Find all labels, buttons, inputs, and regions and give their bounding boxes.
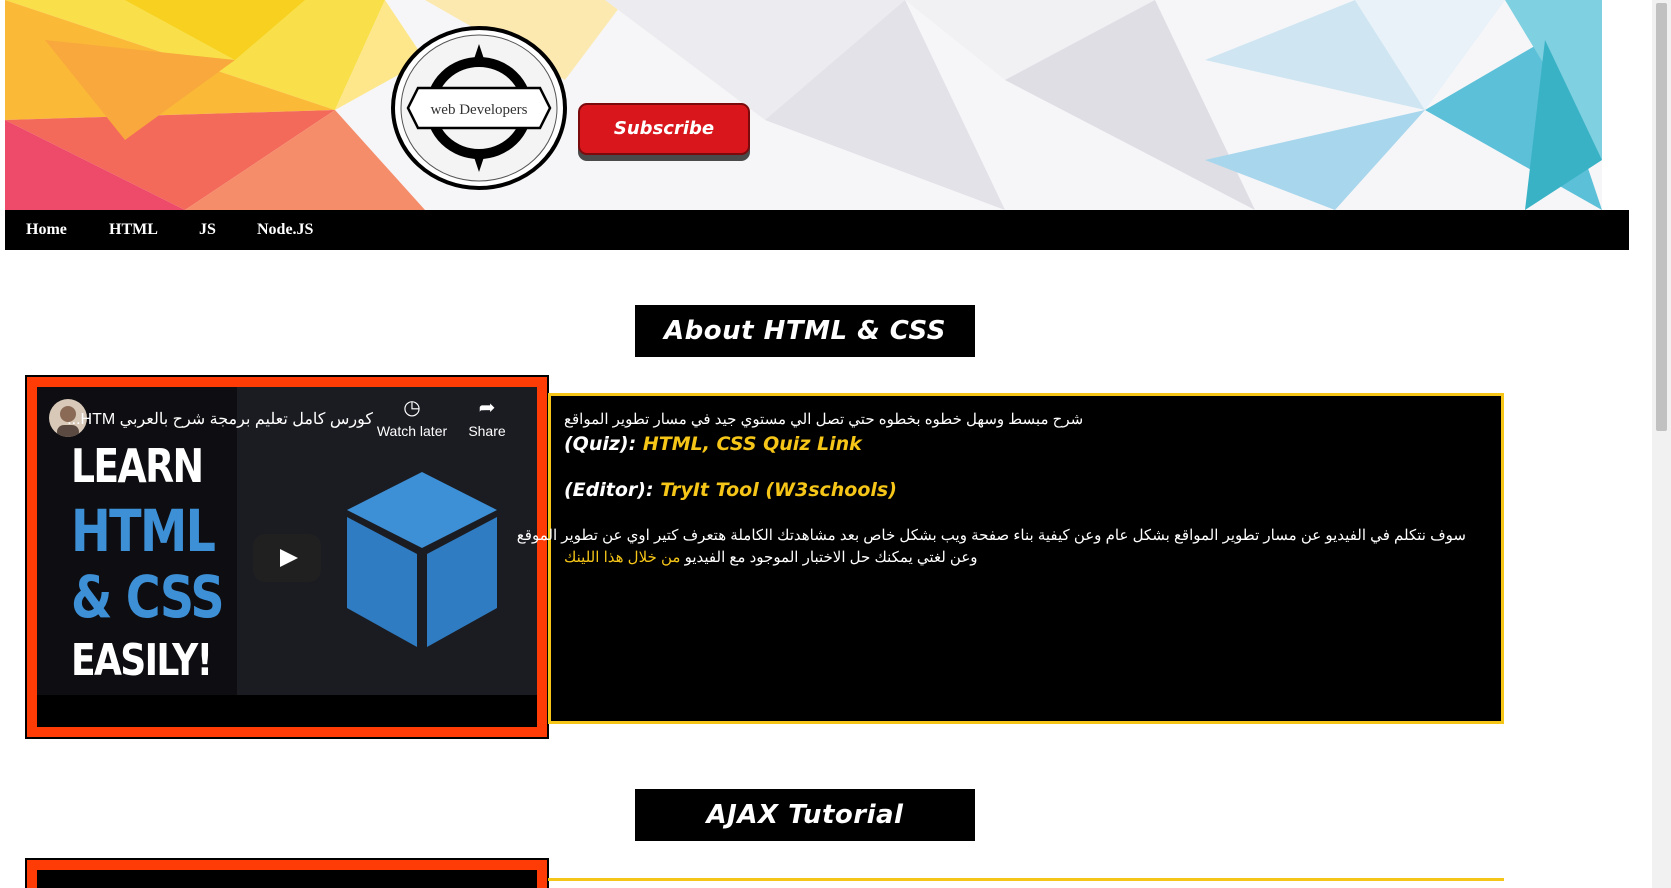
cube-icon — [347, 472, 497, 647]
subscribe-button[interactable]: Subscribe — [578, 103, 750, 155]
nav-item-home[interactable]: Home — [26, 210, 67, 250]
nav-item-nodejs[interactable]: Node.JS — [257, 210, 313, 250]
description-line-2: وعن لغتي يمكنك حل الاختبار الموجود مع ال… — [564, 549, 978, 566]
info-panel-2 — [548, 878, 1504, 888]
watch-later-button[interactable]: ◷ Watch later — [372, 397, 452, 439]
header-banner: web Developers Subscribe — [5, 0, 1602, 210]
section-heading-html-css: About HTML & CSS — [635, 305, 975, 357]
description-line-1: سوف نتكلم في الفيديو عن مسار تطوير الموا… — [516, 527, 1466, 544]
video-embed[interactable]: LEARN HTML & CSS EASILY! كورس كامل تعليم… — [25, 375, 549, 739]
page-scrollbar[interactable] — [1652, 0, 1671, 888]
info-panel: شرح مبسط وسهل خطوه بخطوه حتي تصل الي مست… — [516, 393, 1504, 724]
share-icon: ➦ — [478, 397, 496, 419]
share-button[interactable]: ➦ Share — [457, 397, 517, 439]
editor-row: (Editor): TryIt Tool (W3schools) — [564, 479, 897, 501]
editor-link[interactable]: TryIt Tool (W3schools) — [660, 479, 897, 501]
thumb-line-html: HTML — [71, 497, 216, 565]
nav-item-js[interactable]: JS — [199, 210, 216, 250]
svg-text:web Developers: web Developers — [430, 102, 527, 118]
editor-label: (Editor): — [564, 479, 654, 501]
intro-text: شرح مبسط وسهل خطوه بخطوه حتي تصل الي مست… — [564, 411, 1084, 428]
video-player[interactable]: LEARN HTML & CSS EASILY! كورس كامل تعليم… — [37, 387, 537, 727]
thumb-line-learn: LEARN — [71, 439, 204, 493]
nav-bar: Home HTML JS Node.JS — [5, 210, 1629, 250]
play-icon — [280, 549, 298, 567]
section-heading-ajax: AJAX Tutorial — [635, 789, 975, 841]
description-link[interactable]: من خلال هذا اللينك — [564, 549, 680, 566]
video-embed-2[interactable] — [25, 858, 549, 888]
video-title[interactable]: كورس كامل تعليم برمجة شرح بالعربي HTM... — [67, 409, 373, 429]
scrollbar-thumb[interactable] — [1656, 3, 1667, 431]
quiz-label: (Quiz): — [564, 433, 637, 455]
nav-item-html[interactable]: HTML — [109, 210, 158, 250]
banner-background — [5, 0, 1602, 210]
quiz-row: (Quiz): HTML, CSS Quiz Link — [564, 433, 862, 455]
site-logo[interactable]: web Developers — [390, 26, 568, 191]
thumb-line-css: & CSS — [71, 563, 225, 631]
thumb-line-easily: EASILY! — [71, 635, 213, 686]
clock-icon: ◷ — [403, 397, 421, 419]
quiz-link[interactable]: HTML, CSS Quiz Link — [643, 433, 862, 455]
play-button[interactable] — [253, 534, 321, 582]
